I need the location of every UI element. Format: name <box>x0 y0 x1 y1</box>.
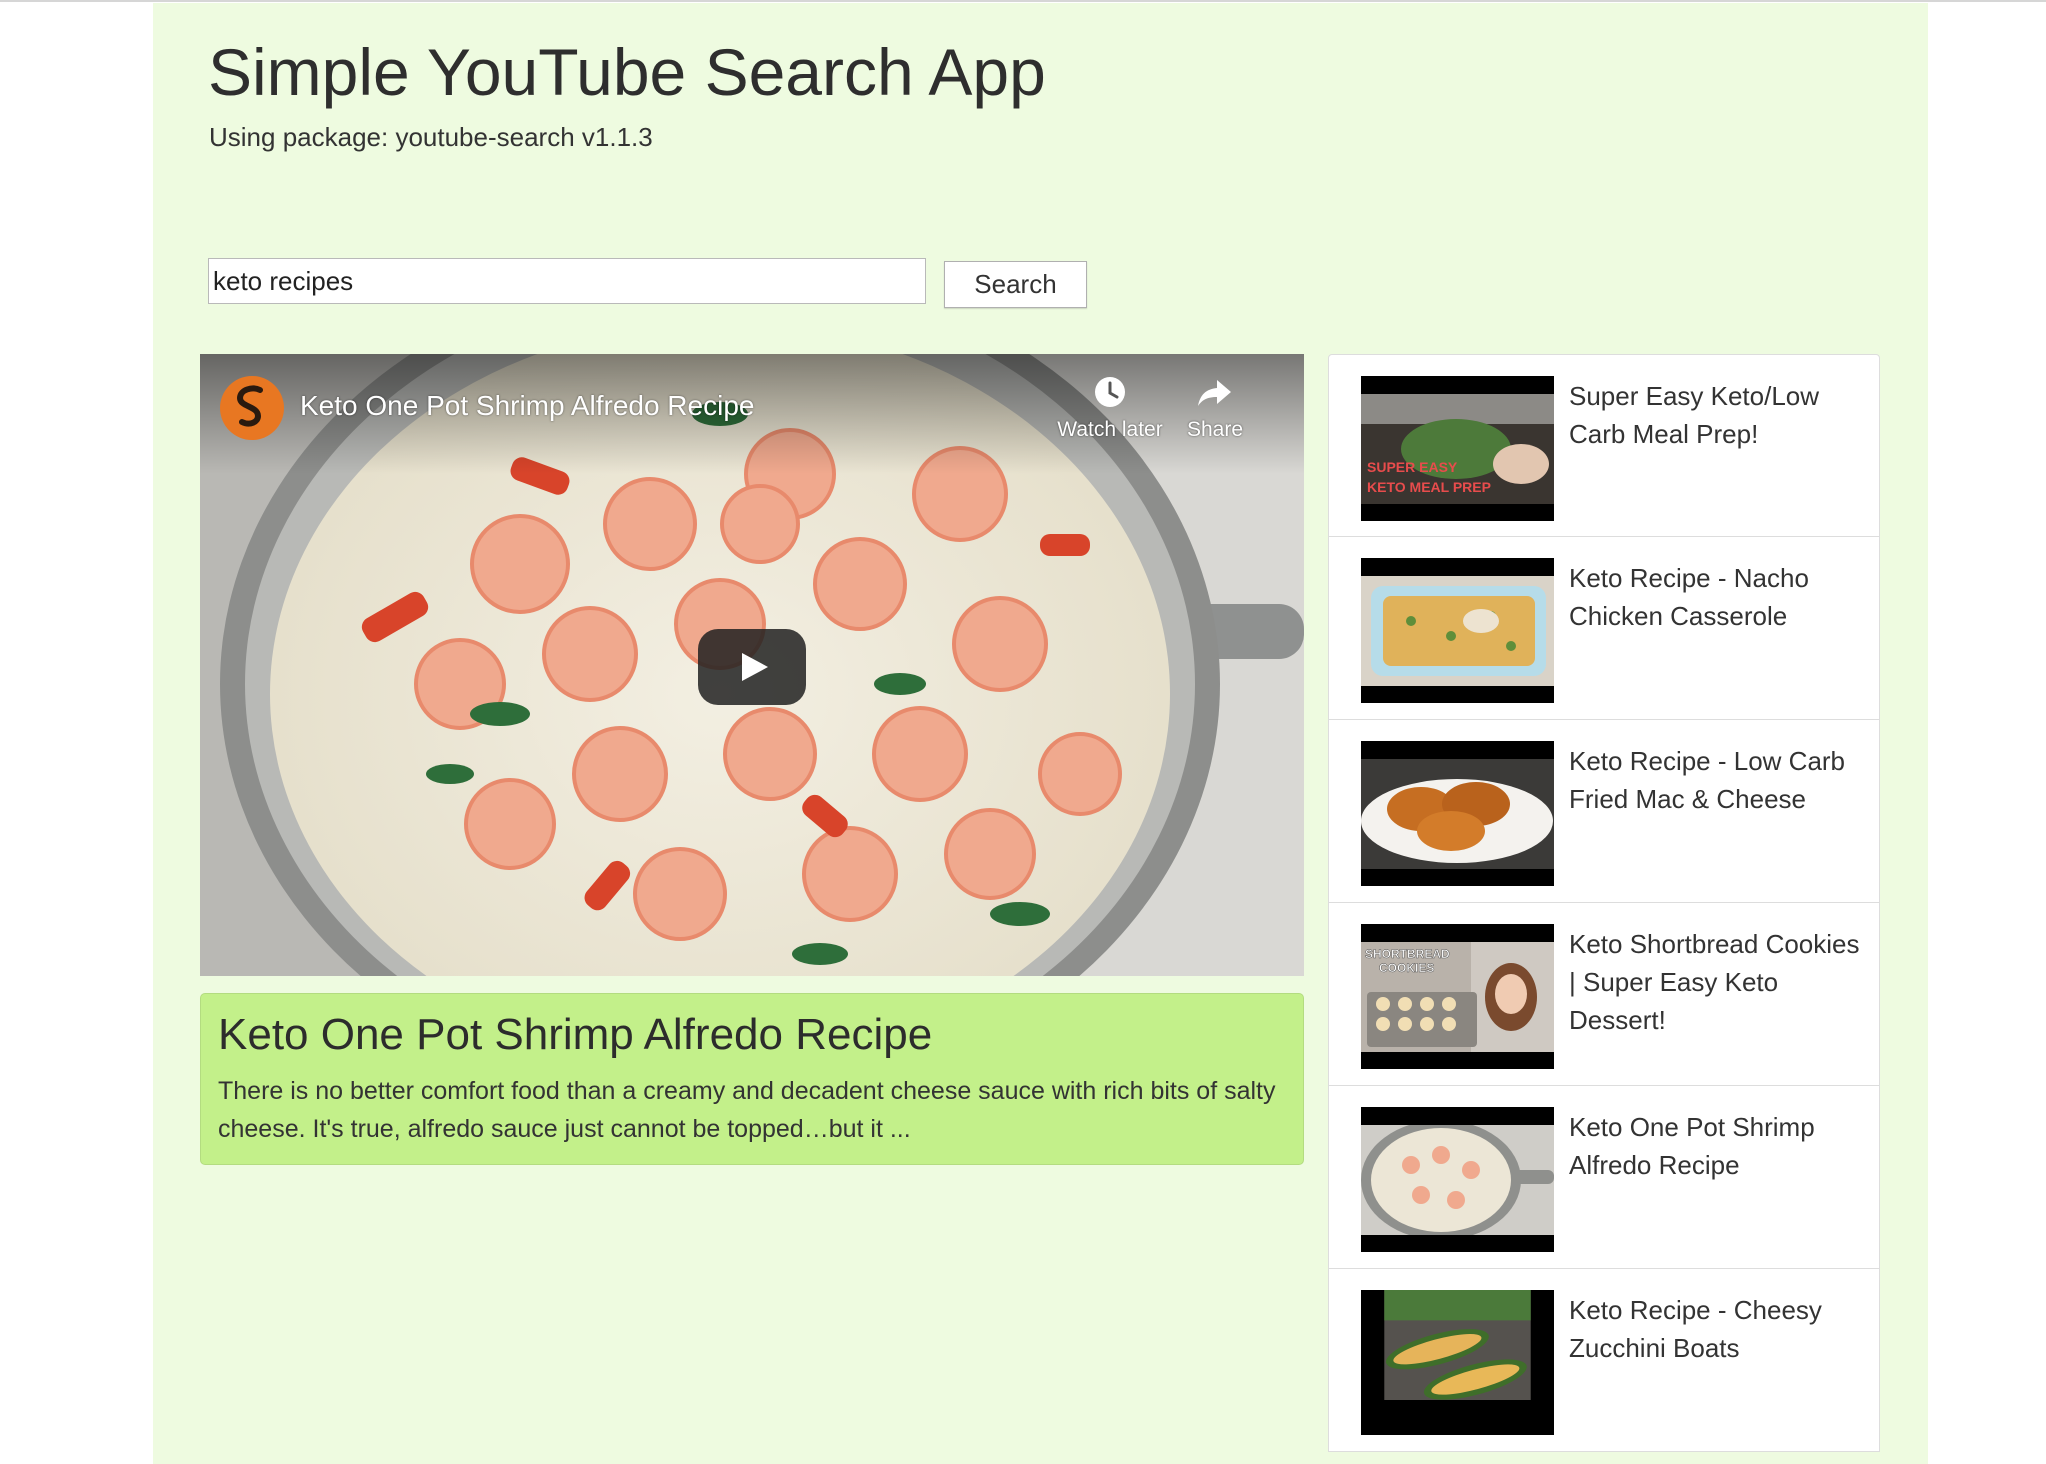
video-list: SUPER EASY KETO MEAL PREP Super Easy Ket… <box>1328 354 1880 1464</box>
list-item-title[interactable]: Keto Shortbread Cookies | Super Easy Ket… <box>1569 925 1869 1039</box>
share-button[interactable]: Share <box>1160 372 1270 444</box>
list-item[interactable]: SUPER EASY KETO MEAL PREP Super Easy Ket… <box>1328 354 1880 537</box>
video-thumbnail[interactable] <box>1361 1290 1554 1435</box>
share-label: Share <box>1186 418 1244 441</box>
list-item-title[interactable]: Keto Recipe - Cheesy Zucchini Boats <box>1569 1291 1869 1367</box>
video-thumbnail[interactable]: SHORTBREAD COOKIES <box>1361 924 1554 1069</box>
video-thumbnail[interactable] <box>1361 741 1554 886</box>
clock-icon <box>1055 372 1165 416</box>
svg-text:COOKIES: COOKIES <box>1379 961 1434 975</box>
play-button[interactable] <box>698 629 806 705</box>
video-thumbnail[interactable]: SUPER EASY KETO MEAL PREP <box>1361 376 1554 521</box>
video-player[interactable]: Keto One Pot Shrimp Alfredo Recipe Watch… <box>200 354 1304 976</box>
list-item[interactable]: Keto Recipe - Nacho Chicken Casserole <box>1328 537 1880 720</box>
list-item-title[interactable]: Keto Recipe - Nacho Chicken Casserole <box>1569 559 1869 635</box>
list-item[interactable]: Keto Recipe - Cheesy Zucchini Boats <box>1328 1269 1880 1452</box>
watch-later-label: Watch later <box>1057 418 1163 441</box>
search-input[interactable] <box>208 258 926 304</box>
play-icon <box>742 653 768 681</box>
video-thumbnail[interactable] <box>1361 1107 1554 1252</box>
channel-logo-icon[interactable] <box>220 376 284 440</box>
list-item-title[interactable]: Keto Recipe - Low Carb Fried Mac & Chees… <box>1569 742 1869 818</box>
watch-later-button[interactable]: Watch later <box>1055 372 1165 444</box>
page-title: Simple YouTube Search App <box>208 35 1046 109</box>
video-thumbnail[interactable] <box>1361 558 1554 703</box>
package-subtitle: Using package: youtube-search v1.1.3 <box>209 122 653 152</box>
svg-text:SHORTBREAD: SHORTBREAD <box>1365 947 1450 961</box>
list-item-title[interactable]: Super Easy Keto/Low Carb Meal Prep! <box>1569 377 1869 453</box>
share-arrow-icon <box>1160 372 1270 416</box>
svg-text:SUPER EASY: SUPER EASY <box>1367 459 1458 475</box>
app-container: Simple YouTube Search App Using package:… <box>153 3 1928 1464</box>
list-item-title[interactable]: Keto One Pot Shrimp Alfredo Recipe <box>1569 1108 1869 1184</box>
list-item[interactable]: Keto Recipe - Low Carb Fried Mac & Chees… <box>1328 720 1880 903</box>
player-video-title[interactable]: Keto One Pot Shrimp Alfredo Recipe <box>300 386 754 426</box>
search-button[interactable]: Search <box>944 261 1087 308</box>
video-detail-card: Keto One Pot Shrimp Alfredo Recipe There… <box>200 993 1304 1165</box>
list-item[interactable]: SHORTBREAD COOKIES Keto Shortbread Cooki… <box>1328 903 1880 1086</box>
detail-title: Keto One Pot Shrimp Alfredo Recipe <box>218 1010 933 1059</box>
svg-text:KETO MEAL PREP: KETO MEAL PREP <box>1367 479 1491 495</box>
list-item[interactable]: Keto One Pot Shrimp Alfredo Recipe <box>1328 1086 1880 1269</box>
top-border <box>0 0 2046 2</box>
detail-description: There is no better comfort food than a c… <box>218 1077 1276 1143</box>
